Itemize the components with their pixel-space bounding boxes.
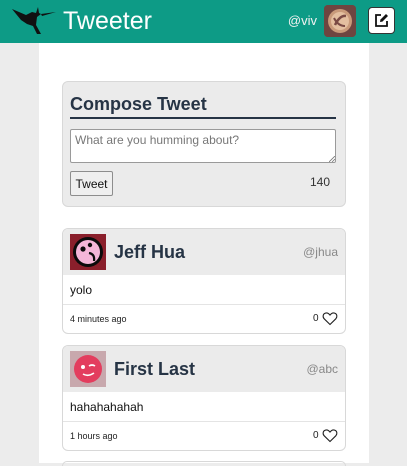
user-handle[interactable]: @viv: [288, 13, 317, 28]
compose-button[interactable]: [368, 7, 395, 34]
tweet-header: First Last @abc: [63, 346, 345, 392]
tweet-text: yolo: [70, 283, 93, 297]
like-count: 0: [313, 430, 319, 441]
like-count: 0: [313, 313, 319, 324]
compose-heading: Compose Tweet: [70, 94, 336, 119]
heart-icon[interactable]: [322, 311, 338, 326]
tweet-avatar[interactable]: [70, 351, 106, 387]
tweet-card: Jeff Hua @jhua yolo 4 minutes ago 0: [62, 228, 346, 334]
tweet-button[interactable]: Tweet: [70, 171, 113, 196]
tweet-author-handle[interactable]: @abc: [306, 362, 338, 376]
tweet-timestamp: 4 minutes ago: [70, 314, 127, 324]
tweet-author-handle[interactable]: @jhua: [303, 245, 338, 259]
tweet-input[interactable]: [70, 129, 336, 163]
user-avatar[interactable]: [324, 5, 356, 37]
tweet-text: hahahahahah: [70, 400, 144, 414]
divider: [63, 304, 345, 305]
hummingbird-icon[interactable]: [10, 3, 58, 37]
heart-icon[interactable]: [322, 428, 338, 443]
tweet-card: First Last @abc hahahahahah 1 hours ago …: [62, 345, 346, 451]
top-nav: Tweeter @viv: [0, 0, 407, 43]
tweet-author-name[interactable]: Jeff Hua: [114, 242, 185, 263]
tweet-author-name[interactable]: First Last: [114, 359, 195, 380]
tweet-avatar[interactable]: [70, 234, 106, 270]
main-column: Compose Tweet Tweet 140 Jeff Hua @jhua: [39, 43, 369, 466]
divider: [63, 421, 345, 422]
compose-icon: [375, 14, 388, 27]
app-title[interactable]: Tweeter: [63, 7, 152, 35]
tweet-header: Jeff Hua @jhua: [63, 229, 345, 275]
tweet-card-partial: [62, 461, 346, 466]
char-counter: 140: [309, 175, 330, 189]
tweet-timestamp: 1 hours ago: [70, 431, 118, 441]
compose-panel: Compose Tweet Tweet 140: [62, 81, 346, 207]
